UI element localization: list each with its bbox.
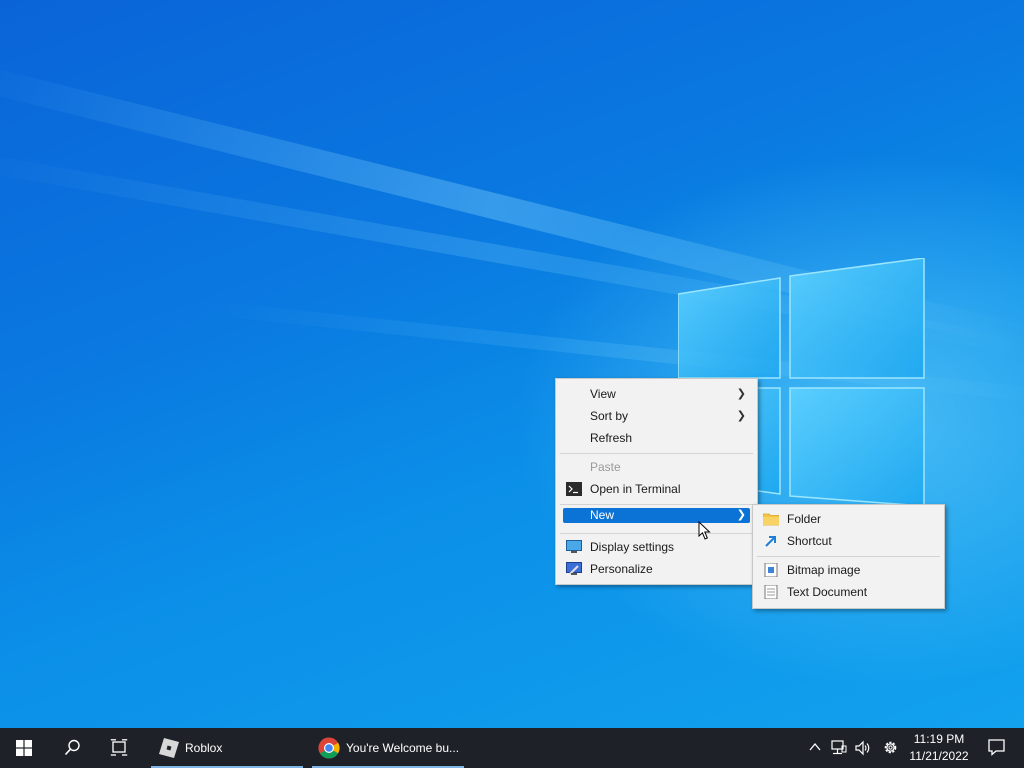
menu-item-personalize[interactable]: Personalize — [563, 559, 750, 579]
menu-item-label: New — [590, 508, 615, 522]
menu-item-sort-by[interactable]: Sort by ❯ — [563, 406, 750, 426]
menu-item-label: Open in Terminal — [590, 482, 681, 496]
desktop-context-menu: View ❯ Sort by ❯ Refresh Paste Open in T… — [555, 378, 758, 585]
start-button[interactable] — [0, 728, 48, 768]
shortcut-icon — [765, 536, 776, 547]
menu-item-label: Sort by — [590, 409, 629, 423]
search-button[interactable] — [50, 728, 94, 768]
volume-icon — [855, 740, 870, 756]
menu-item-view[interactable]: View ❯ — [563, 384, 750, 404]
mouse-cursor-icon — [698, 521, 711, 540]
menu-item-label: Refresh — [590, 431, 633, 445]
action-center-button[interactable] — [976, 728, 1016, 768]
notification-icon — [988, 739, 1005, 756]
task-view-button[interactable] — [97, 728, 141, 768]
submenu-item-shortcut[interactable]: Shortcut — [760, 531, 937, 551]
menu-item-label: Bitmap image — [787, 563, 861, 577]
menu-item-label: Personalize — [590, 562, 653, 576]
terminal-icon — [566, 482, 582, 496]
clock-time: 11:19 PM — [913, 732, 965, 746]
text-document-icon — [764, 585, 778, 599]
taskbar-app-label: You're Welcome bu... — [346, 741, 460, 755]
menu-item-label: Display settings — [590, 540, 675, 554]
show-hidden-icons-button[interactable] — [805, 728, 825, 768]
menu-item-new[interactable]: New ❯ — [563, 508, 750, 523]
new-submenu: Folder Shortcut Bitmap image Text Docume… — [752, 504, 945, 609]
windows-start-icon — [16, 740, 32, 756]
volume-button[interactable] — [852, 728, 874, 768]
settings-tray-button[interactable] — [878, 728, 902, 768]
gear-icon — [884, 741, 897, 754]
menu-item-label: Text Document — [787, 585, 868, 599]
desktop-background[interactable] — [0, 0, 1024, 728]
menu-item-label: Paste — [590, 460, 621, 474]
menu-item-display-settings[interactable]: Display settings — [563, 537, 750, 557]
menu-separator — [757, 556, 940, 557]
menu-item-label: Folder — [787, 512, 822, 526]
menu-separator — [560, 504, 753, 505]
menu-item-refresh[interactable]: Refresh — [563, 428, 750, 448]
chevron-up-icon — [809, 742, 821, 751]
submenu-item-bitmap-image[interactable]: Bitmap image — [760, 560, 937, 580]
network-icon — [831, 740, 847, 755]
network-button[interactable] — [828, 728, 850, 768]
chevron-right-icon: ❯ — [736, 388, 746, 400]
chevron-right-icon: ❯ — [736, 509, 746, 521]
personalize-icon — [566, 562, 582, 575]
menu-item-open-in-terminal[interactable]: Open in Terminal — [563, 479, 750, 499]
submenu-item-folder[interactable]: Folder — [760, 509, 937, 529]
taskbar-app-label: Roblox — [185, 741, 223, 755]
taskbar-clock[interactable]: 11:19 PM 11/21/2022 — [906, 731, 972, 765]
taskbar-app-chrome[interactable]: You're Welcome bu... — [312, 728, 464, 768]
bitmap-icon — [764, 563, 778, 577]
folder-icon — [763, 513, 779, 526]
menu-separator — [560, 533, 753, 534]
clock-date: 11/21/2022 — [909, 749, 969, 763]
task-view-icon — [110, 739, 128, 756]
search-icon — [64, 739, 80, 756]
submenu-item-text-document[interactable]: Text Document — [760, 582, 937, 602]
taskbar-app-roblox[interactable]: Roblox — [151, 728, 303, 768]
display-icon — [566, 540, 582, 553]
roblox-icon — [159, 738, 179, 758]
chevron-right-icon: ❯ — [736, 410, 746, 422]
menu-item-paste[interactable]: Paste — [563, 457, 750, 477]
menu-separator — [560, 453, 753, 454]
chrome-icon — [318, 737, 340, 759]
menu-item-label: Shortcut — [787, 534, 832, 548]
taskbar: Roblox You're Welcome bu... 11:19 PM 11/… — [0, 728, 1024, 768]
menu-item-label: View — [590, 387, 616, 401]
